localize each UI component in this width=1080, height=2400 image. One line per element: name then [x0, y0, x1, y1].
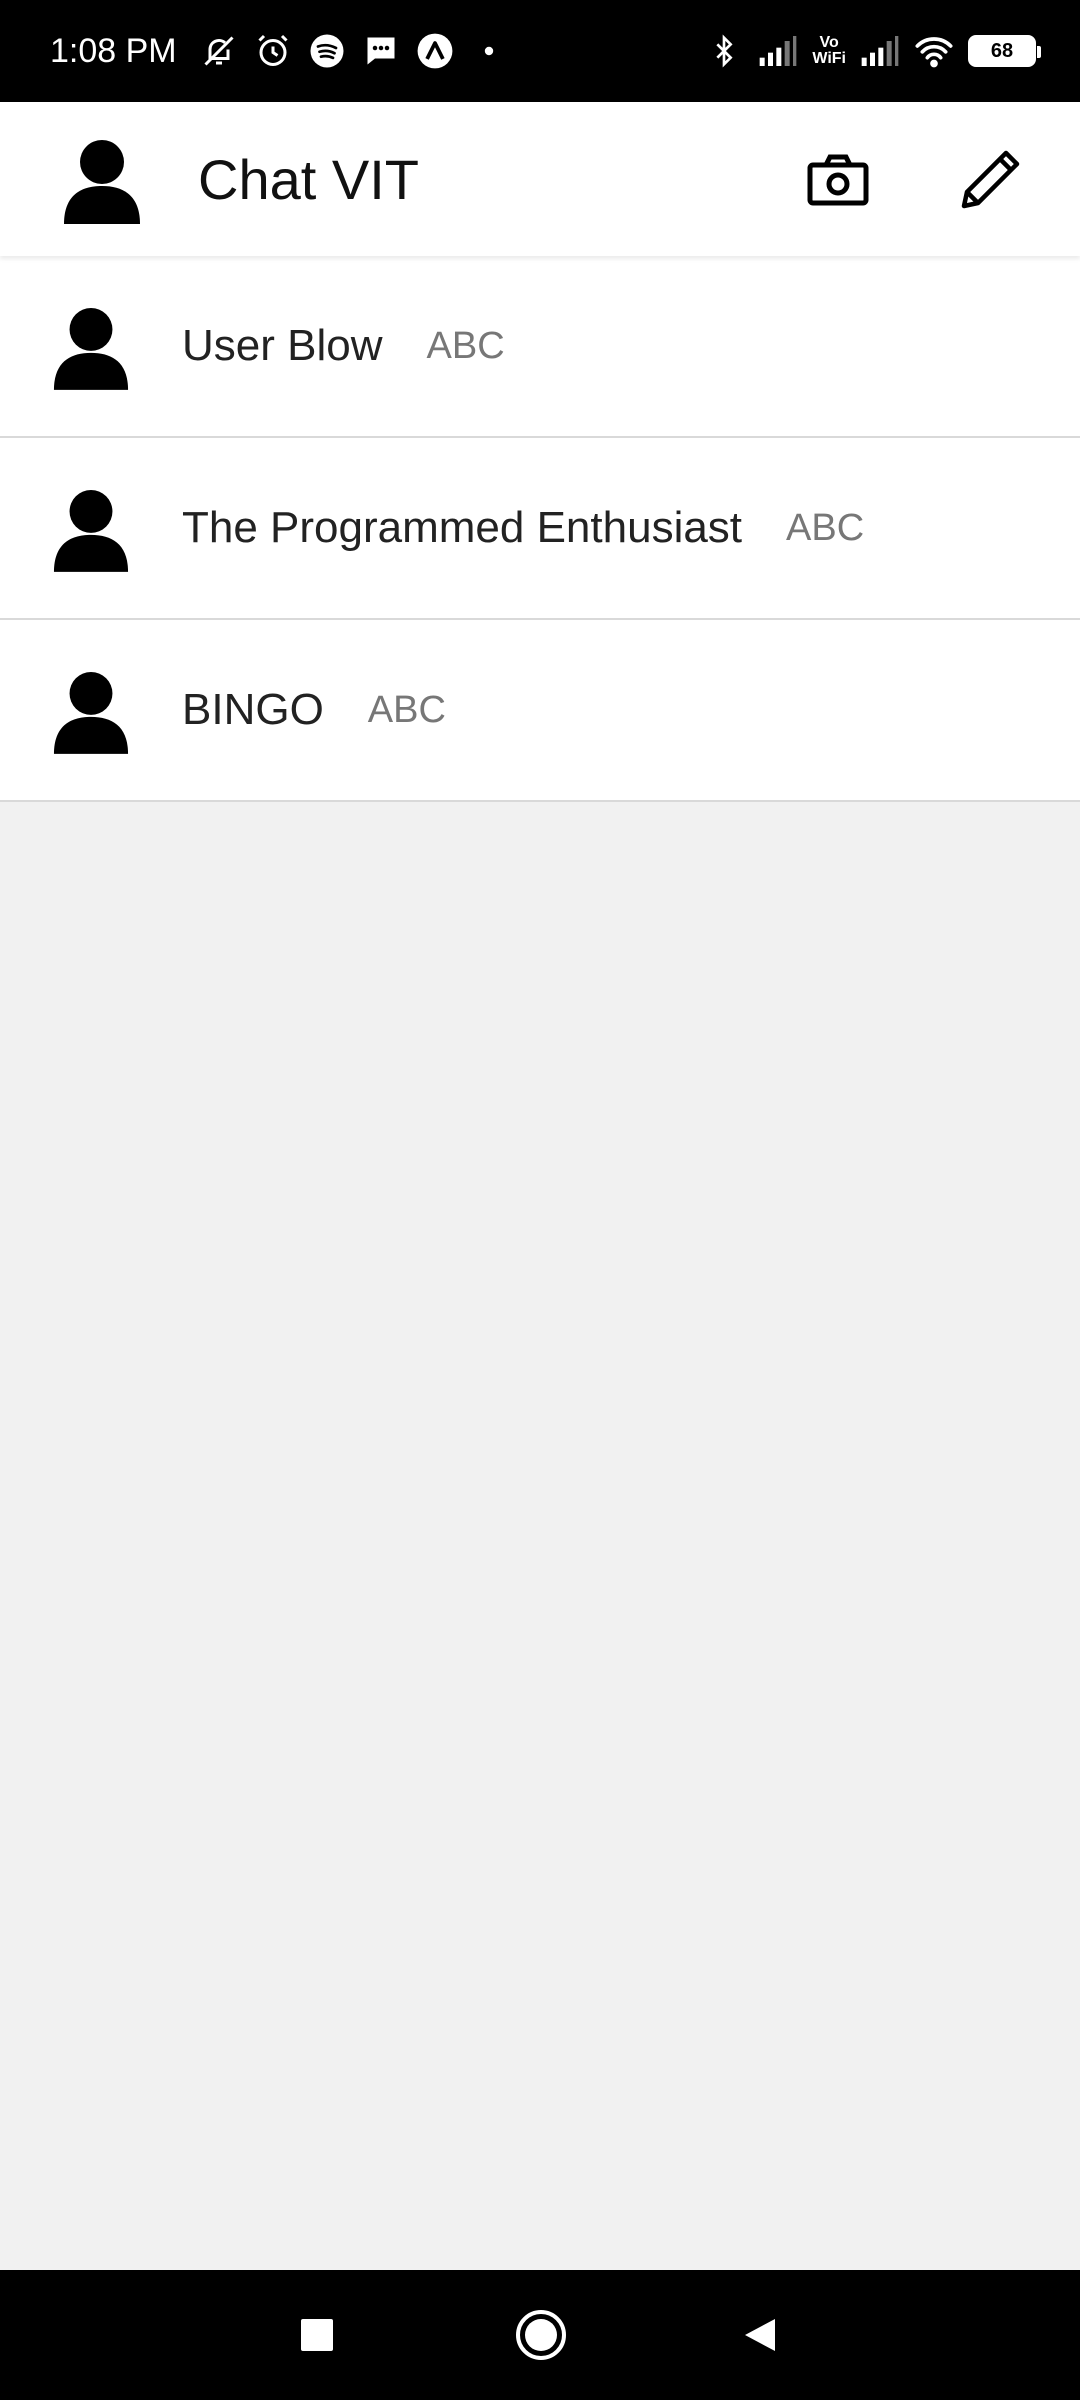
bluetooth-icon [704, 31, 744, 71]
app-icon [415, 31, 455, 71]
back-button[interactable] [726, 2300, 796, 2370]
profile-avatar-icon[interactable] [62, 138, 142, 224]
recents-button[interactable] [282, 2300, 352, 2370]
vowifi-icon: Vo WiFi [812, 35, 846, 67]
chat-preview: ABC [367, 688, 446, 731]
chat-list-item[interactable]: BINGO ABC [0, 620, 1080, 802]
vowifi-top-label: Vo [819, 34, 839, 51]
user-avatar-icon [52, 306, 130, 390]
chat-list-item[interactable]: The Programmed Enthusiast ABC [0, 438, 1080, 620]
camera-button[interactable] [800, 142, 876, 218]
signal-icon [758, 31, 798, 71]
battery-icon: 68 [968, 35, 1041, 67]
dot-icon [469, 31, 509, 71]
message-icon [361, 31, 401, 71]
home-button[interactable] [506, 2300, 576, 2370]
chat-name: The Programmed Enthusiast [182, 503, 743, 552]
chat-preview: ABC [426, 324, 505, 367]
chat-list: User Blow ABC The Programmed Enthusiast … [0, 256, 1080, 802]
chat-name: BINGO [182, 685, 324, 734]
alarm-icon [253, 31, 293, 71]
empty-list-area [0, 802, 1080, 2270]
app-bar: Chat VIT [0, 102, 1080, 256]
signal-icon [860, 31, 900, 71]
camera-icon [807, 154, 869, 206]
user-avatar-icon [52, 488, 130, 572]
status-bar-right: Vo WiFi 68 [704, 0, 1041, 102]
back-icon [745, 2319, 775, 2351]
wifi-icon [914, 31, 954, 71]
vowifi-bottom-label: WiFi [812, 50, 846, 67]
chat-item-text: BINGO ABC [182, 620, 446, 800]
home-icon [516, 2310, 566, 2360]
user-avatar-icon [52, 670, 130, 754]
chat-item-text: User Blow ABC [182, 256, 505, 436]
mute-icon [199, 31, 239, 71]
chat-item-text: The Programmed Enthusiast ABC [182, 438, 864, 618]
battery-level: 68 [990, 39, 1014, 62]
app-title: Chat VIT [198, 147, 419, 211]
recents-icon [301, 2319, 333, 2351]
chat-name: User Blow [182, 321, 383, 370]
spotify-icon [307, 31, 347, 71]
status-bar: 1:08 PM Vo WiFi 68 [0, 0, 1080, 102]
chat-preview: ABC [786, 506, 865, 549]
new-chat-button[interactable] [952, 142, 1028, 218]
pencil-icon [961, 150, 1020, 209]
navigation-bar [0, 2270, 1080, 2400]
chat-list-item[interactable]: User Blow ABC [0, 256, 1080, 438]
status-time: 1:08 PM [50, 31, 177, 70]
status-bar-left: 1:08 PM [50, 0, 509, 102]
